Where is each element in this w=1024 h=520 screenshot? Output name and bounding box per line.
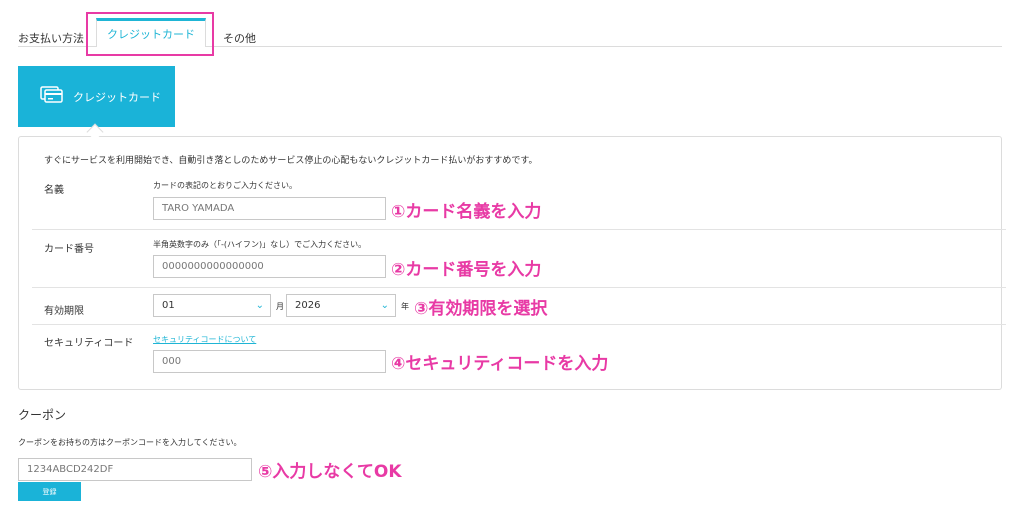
security-code-input[interactable]: 000 (153, 350, 386, 373)
tab-other[interactable]: その他 (223, 30, 256, 46)
intro-text: すぐにサービスを利用開始でき、自動引き落としのためサービス停止の心配もないクレジ… (44, 156, 538, 166)
expiry-month-value: 01 (162, 300, 175, 311)
security-code-help-link[interactable]: セキュリティコードについて (153, 334, 256, 345)
annotation-coupon: ⑤入力しなくてOK (258, 462, 402, 482)
coupon-input[interactable]: 1234ABCD242DF (18, 458, 252, 481)
card-number-label: カード番号 (44, 244, 94, 255)
annotation-card-number: ②カード番号を入力 (391, 260, 542, 280)
coupon-title: クーポン (18, 408, 67, 422)
credit-card-option-label: クレジットカード (73, 90, 161, 104)
payment-method-label: お支払い方法 (18, 32, 84, 45)
card-number-hint: 半角英数字のみ（「-(ハイフン)」なし）でご入力ください。 (153, 240, 367, 249)
chevron-down-icon: ⌄ (255, 300, 264, 311)
annotation-expiry: ③有効期限を選択 (414, 299, 548, 319)
year-unit: 年 (401, 302, 409, 311)
chevron-down-icon: ⌄ (380, 300, 389, 311)
security-code-label: セキュリティコード (44, 338, 134, 349)
tab-highlight-box (86, 12, 214, 56)
row-divider (32, 229, 1006, 230)
expiry-label: 有効期限 (44, 306, 84, 317)
card-number-input[interactable]: 0000000000000000 (153, 255, 386, 278)
coupon-description: クーポンをお持ちの方はクーポンコードを入力してください。 (18, 438, 242, 447)
credit-card-option[interactable]: クレジットカード (18, 66, 175, 127)
name-hint: カードの表記のとおりご入力ください。 (153, 181, 297, 190)
credit-card-icon (40, 86, 64, 107)
expiry-month-select[interactable]: 01 ⌄ (153, 294, 271, 317)
annotation-name: ①カード名義を入力 (391, 202, 542, 222)
name-label: 名義 (44, 185, 64, 196)
annotation-security-code: ④セキュリティコードを入力 (391, 354, 609, 374)
expiry-year-value: 2026 (295, 300, 321, 311)
row-divider (32, 324, 1006, 325)
month-unit: 月 (276, 302, 284, 311)
coupon-register-button[interactable]: 登録 (18, 482, 81, 501)
row-divider (32, 287, 1006, 288)
name-input[interactable]: TARO YAMADA (153, 197, 386, 220)
expiry-year-select[interactable]: 2026 ⌄ (286, 294, 396, 317)
